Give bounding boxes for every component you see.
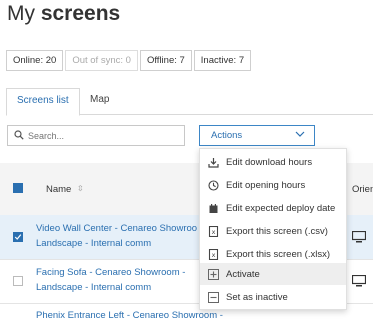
- status-filter-bar: Online: 20 Out of sync: 0 Offline: 7 Ina…: [6, 50, 253, 71]
- filter-online-button[interactable]: Online: 20: [6, 50, 64, 71]
- row-checkbox[interactable]: [13, 276, 23, 286]
- screen-name-link[interactable]: Video Wall Center - Cenareo Showroo: [36, 221, 197, 236]
- page-title: My screens: [7, 2, 121, 25]
- filter-offline-button[interactable]: Offline: 7: [139, 50, 192, 71]
- menu-item-activate[interactable]: Activate: [200, 263, 346, 285]
- tab-screens-list[interactable]: Screens list: [6, 88, 80, 116]
- screen-name-link[interactable]: Phenix Entrance Left - Cenareo Showroom …: [36, 308, 223, 323]
- filter-inactive-button[interactable]: Inactive: 7: [193, 50, 252, 71]
- menu-item-label: Edit opening hours: [226, 180, 306, 191]
- search-icon: [14, 130, 24, 140]
- tab-map[interactable]: Map: [80, 88, 119, 114]
- actions-label: Actions: [211, 130, 243, 141]
- sort-icon[interactable]: ⇳: [77, 184, 84, 193]
- menu-item-edit-download-hours[interactable]: Edit download hours: [200, 151, 346, 173]
- menu-item-set-as-inactive[interactable]: Set as inactive: [200, 286, 346, 308]
- menu-item-label: Edit download hours: [226, 157, 313, 168]
- search-box: [7, 125, 185, 146]
- menu-item-label: Activate: [226, 269, 260, 280]
- row-checkbox[interactable]: [13, 232, 23, 242]
- menu-item-edit-expected-deploy-date[interactable]: Edit expected deploy date: [200, 197, 346, 219]
- search-input[interactable]: [26, 127, 180, 145]
- screen-subtitle-link[interactable]: Landscape - Internal comm: [36, 236, 151, 251]
- select-all-checkbox[interactable]: [13, 183, 23, 193]
- chevron-down-icon: [295, 131, 305, 137]
- menu-item-label: Set as inactive: [226, 292, 288, 303]
- svg-text:x: x: [212, 228, 216, 236]
- view-tabs: Screens list Map: [6, 88, 373, 116]
- csv-file-icon: x: [208, 226, 219, 237]
- calendar-icon: [209, 204, 218, 213]
- filter-out-of-sync-button[interactable]: Out of sync: 0: [65, 50, 138, 71]
- xlsx-file-icon: x: [208, 249, 219, 260]
- actions-menu: Edit download hours Edit opening hours E…: [199, 148, 347, 310]
- download-icon: [208, 158, 219, 168]
- menu-item-label: Edit expected deploy date: [226, 203, 336, 214]
- svg-text:x: x: [212, 251, 216, 259]
- minus-square-icon: [208, 292, 219, 303]
- actions-dropdown[interactable]: Actions: [199, 125, 315, 146]
- column-header-name[interactable]: Name: [46, 184, 71, 195]
- menu-item-edit-opening-hours[interactable]: Edit opening hours: [200, 174, 346, 196]
- landscape-monitor-icon: [352, 231, 366, 243]
- column-header-orientation[interactable]: Orien: [352, 184, 373, 195]
- menu-item-export-xlsx[interactable]: x Export this screen (.xlsx): [200, 243, 346, 265]
- screen-name-link[interactable]: Facing Sofa - Cenareo Showroom -: [36, 265, 185, 280]
- plus-square-icon: [208, 269, 219, 280]
- menu-item-export-csv[interactable]: x Export this screen (.csv): [200, 220, 346, 242]
- menu-item-label: Export this screen (.xlsx): [226, 249, 330, 260]
- landscape-monitor-icon: [352, 275, 366, 287]
- screen-subtitle-link[interactable]: Landscape - Internal comm: [36, 280, 151, 295]
- menu-item-label: Export this screen (.csv): [226, 226, 328, 237]
- checkmark-icon: [14, 234, 22, 240]
- clock-icon: [208, 180, 219, 191]
